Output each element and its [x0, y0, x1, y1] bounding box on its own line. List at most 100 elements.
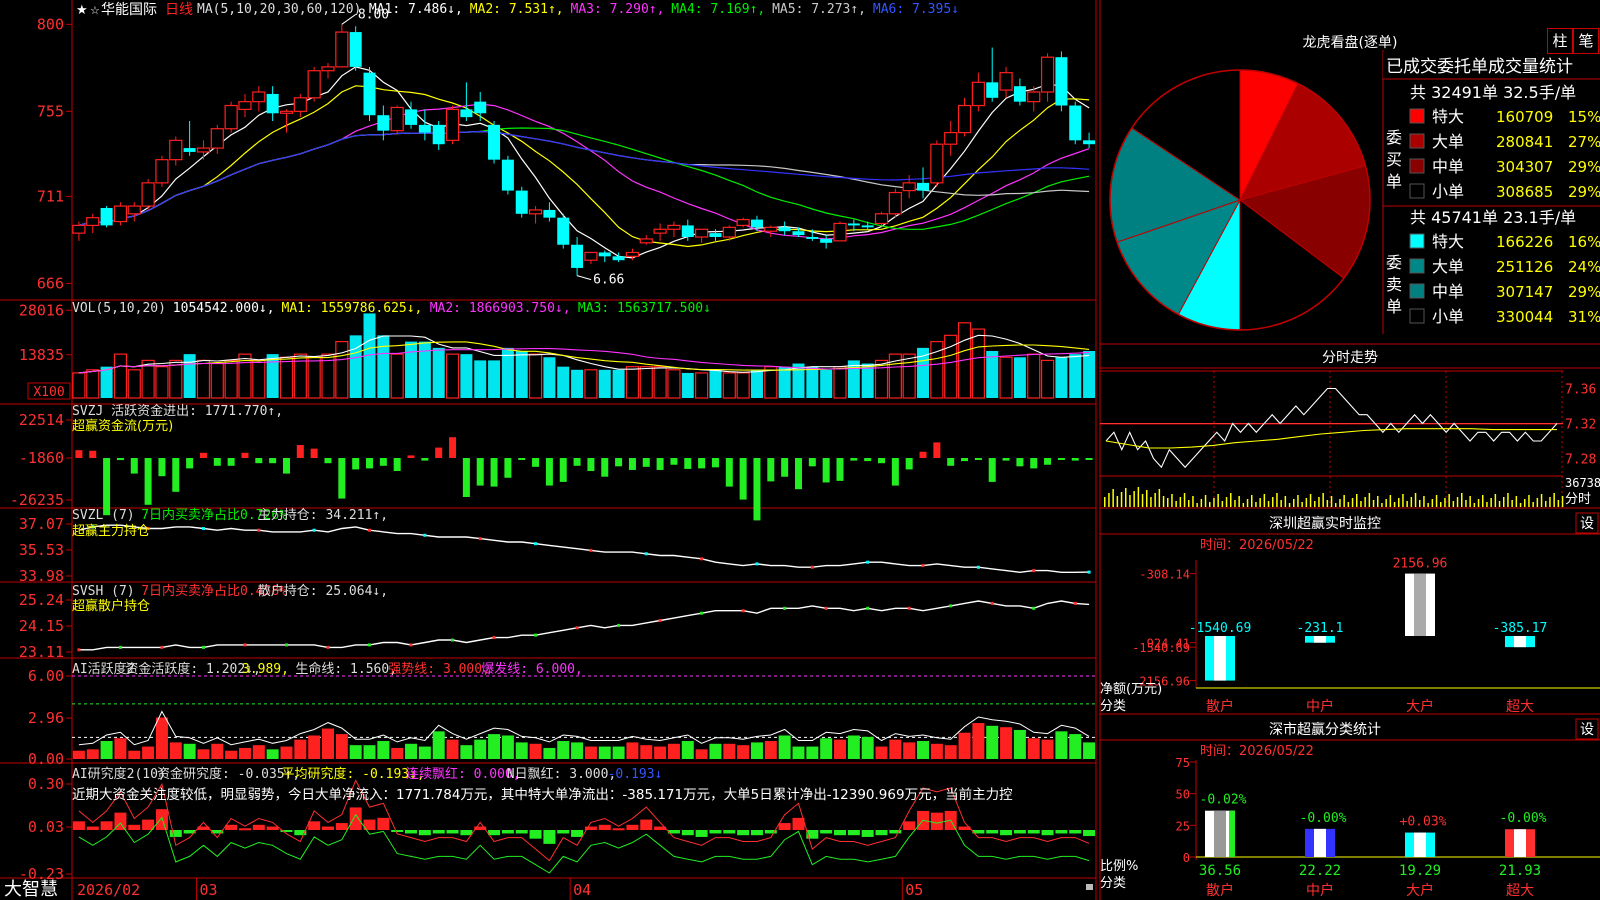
class-category-axis: 分类: [1100, 876, 1126, 891]
research-bar: [1013, 830, 1026, 834]
main-holding-dot: [312, 528, 316, 532]
tick-mode-button[interactable]: 笔: [1573, 28, 1599, 54]
research-bar: [266, 826, 279, 830]
research-bar: [432, 830, 445, 834]
research-bar: [1041, 830, 1054, 836]
fund-flow-bar: [1044, 458, 1052, 465]
fund-flow-bar: [836, 458, 844, 481]
research-bar: [792, 817, 805, 830]
monitor-category-label: 超大: [1506, 699, 1534, 715]
volume-bar: [625, 366, 640, 399]
intraday-vol-label: 36738: [1565, 476, 1600, 490]
activity-bar: [820, 738, 833, 759]
retail-holding-dot: [368, 643, 372, 647]
intraday-vol-tick: [1469, 496, 1471, 507]
class-value-label: 19.29: [1399, 863, 1441, 879]
class-value-label: 36.56: [1199, 863, 1241, 879]
ai2-legend-3: 连续飘红: 0.000,: [406, 766, 521, 782]
class-time: 时间：2026/05/22: [1200, 744, 1314, 759]
candle-body: [986, 82, 999, 98]
volume-bar: [405, 341, 418, 398]
volume-bar: [377, 335, 390, 398]
volume-bar: [224, 359, 238, 399]
candle-body: [847, 223, 860, 226]
activity-bar: [405, 743, 418, 759]
class-category-label: 散户: [1206, 882, 1234, 899]
volume-bar: [86, 369, 100, 399]
retail-holding-dot: [326, 645, 330, 649]
candle-body: [612, 256, 625, 261]
intraday-vol-tick: [1192, 496, 1194, 507]
candle-body: [888, 191, 902, 215]
fund-flow-bar: [324, 458, 332, 464]
intraday-vol-tick: [1477, 499, 1480, 507]
intraday-vol-tick: [1545, 501, 1547, 507]
svsh-tick-label: 24.15: [19, 617, 64, 635]
bar-mode-button[interactable]: 柱: [1547, 28, 1573, 54]
candle-body: [377, 115, 390, 131]
volume-bar: [210, 362, 224, 399]
intraday-vol-tick: [1230, 493, 1232, 507]
fund-flow-bar: [1030, 458, 1038, 469]
fund-flow-bar: [296, 445, 304, 458]
fund-flow-bar: [919, 451, 927, 458]
ai2-legend-4: N日飘红: 3.000,: [507, 766, 616, 782]
activity-bar: [197, 749, 210, 759]
research-bar: [335, 823, 348, 830]
candle-body: [792, 231, 805, 236]
candle-body: [474, 101, 487, 114]
candle-body: [528, 209, 543, 215]
class-category-label: 中户: [1306, 882, 1334, 899]
retail-holding-dot: [617, 623, 621, 627]
intraday-vol-tick: [1490, 498, 1492, 507]
volume-bar: [169, 359, 183, 399]
intraday-vol-tick: [1183, 493, 1186, 507]
candle-body: [321, 66, 335, 72]
fund-flow-bar: [656, 458, 664, 470]
retail-holding-dot: [866, 606, 870, 610]
activity-bar: [86, 749, 99, 759]
candle-body: [861, 225, 874, 228]
retail-holding-dot: [451, 638, 455, 642]
research-bar: [225, 824, 238, 830]
activity-bar: [391, 747, 404, 759]
intraday-vol-tick: [1385, 499, 1387, 507]
month-05: 05: [905, 881, 923, 899]
class-axis-label: 50: [1176, 788, 1190, 802]
fund-flow-bar: [1071, 458, 1079, 461]
activity-bar: [363, 745, 376, 759]
price-tick-label: 711: [37, 187, 64, 205]
main-holding-dot: [478, 537, 482, 541]
research-bar: [847, 830, 860, 836]
activity-bar: [211, 743, 224, 759]
candle-body: [625, 251, 640, 257]
activity-bar: [764, 741, 777, 759]
fund-flow-bar: [711, 458, 719, 468]
activity-bar: [917, 741, 930, 759]
volume-bar: [1013, 357, 1026, 398]
volume-bar: [266, 354, 279, 398]
candle-body: [196, 147, 211, 153]
svzl-tick-label: 33.98: [19, 567, 64, 585]
intraday-vol-tick: [1217, 494, 1219, 507]
intraday-vol-tick: [1393, 502, 1396, 507]
candle-body: [999, 72, 1013, 91]
fund-flow-bar: [1016, 458, 1024, 467]
intraday-title: 分时走势: [1322, 350, 1378, 366]
intraday-vol-tick: [1561, 496, 1564, 507]
intraday-vol-tick: [1410, 497, 1413, 507]
fund-flow-bar: [352, 458, 360, 470]
ai1-legend-2: 3.989,: [242, 662, 289, 677]
vol-tick-label: 28016: [19, 301, 64, 319]
class-axis-label: 25: [1176, 819, 1190, 833]
retail-holding-dot: [534, 633, 538, 637]
research-bar: [169, 830, 182, 837]
research-bar: [1083, 830, 1096, 837]
intraday-vol-tick: [1288, 503, 1291, 507]
volume-bar: [764, 366, 778, 399]
volume-bar: [750, 369, 763, 398]
volume-bar: [1027, 353, 1041, 399]
intraday-vol-tick: [1293, 499, 1295, 507]
intraday-vol-tick: [1221, 501, 1224, 507]
candle-body: [460, 109, 473, 118]
